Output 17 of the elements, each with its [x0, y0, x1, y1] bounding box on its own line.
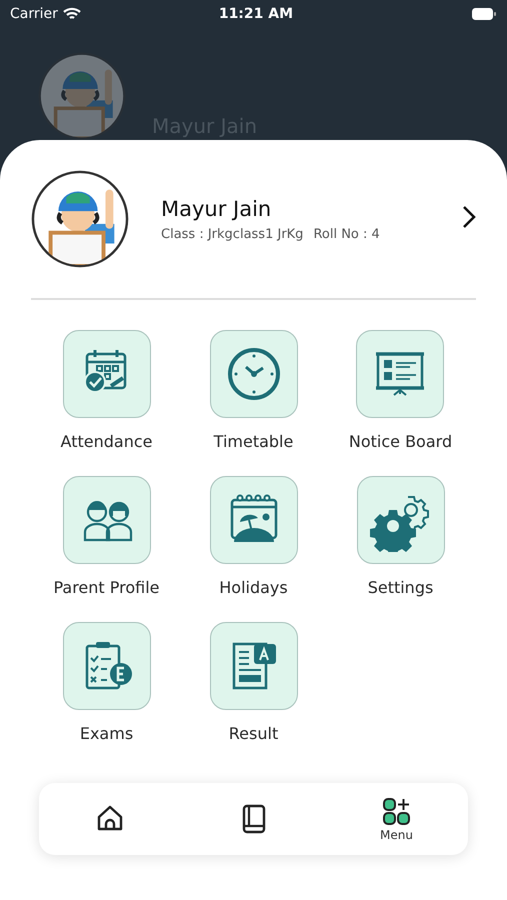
carrier-label: Carrier: [10, 6, 58, 22]
menu-item[interactable]: Result: [210, 622, 298, 743]
menu-item[interactable]: Exams: [62, 622, 150, 743]
student-name: Mayur Jain: [161, 196, 272, 220]
menu-item[interactable]: Settings: [356, 476, 444, 597]
roll-number: Roll No : 4: [313, 226, 380, 242]
menu-item[interactable]: Notice Board: [348, 330, 452, 451]
menu-item[interactable]: Holidays: [210, 476, 298, 597]
status-time: 11:21 AM: [218, 6, 294, 22]
nav-tab[interactable]: Menu: [325, 783, 468, 855]
class-label: Class : Jrkgclass1 JrKg: [161, 226, 304, 242]
menu-item[interactable]: Attendance: [60, 330, 152, 451]
battery-icon: [470, 7, 497, 21]
menu-item[interactable]: Timetable: [210, 330, 298, 451]
wifi-icon: [62, 7, 81, 21]
grid-plus-icon: [380, 796, 412, 828]
menu-item[interactable]: Parent Profile: [53, 476, 160, 597]
